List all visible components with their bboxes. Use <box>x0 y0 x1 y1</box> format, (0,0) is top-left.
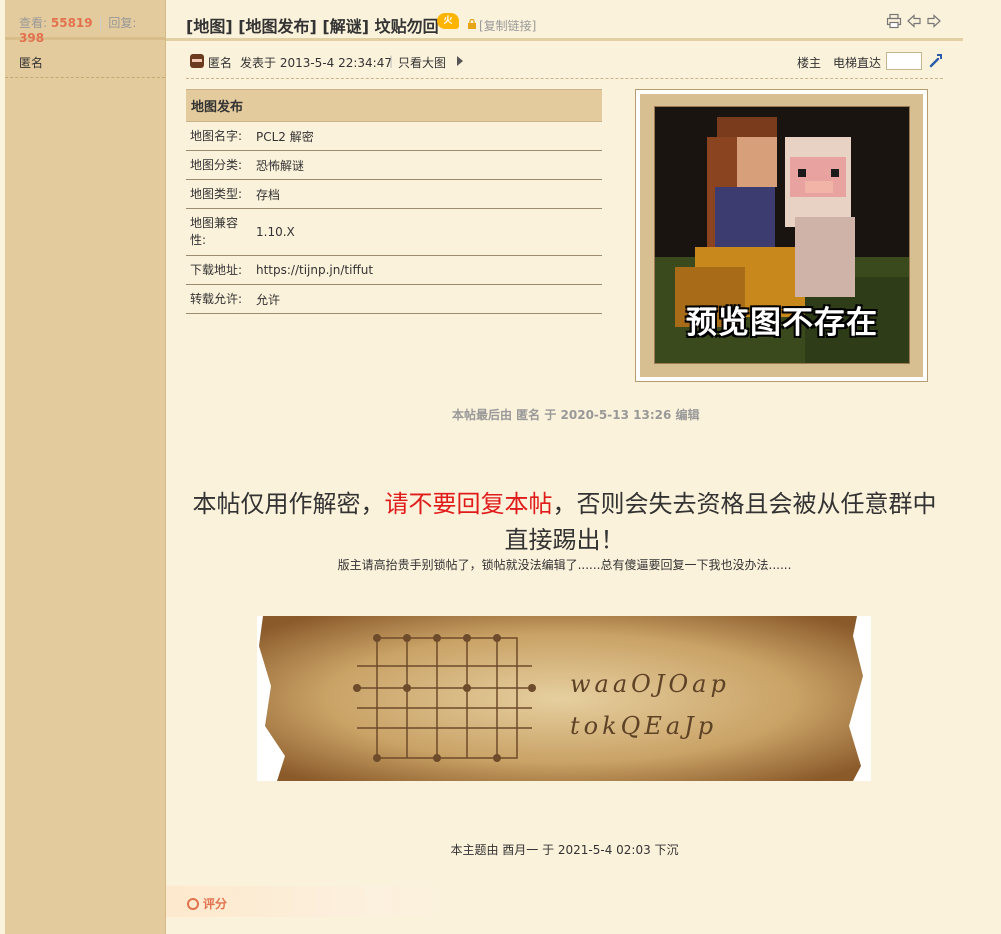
info-key: 地图名字: <box>186 121 252 151</box>
info-key: 地图兼容性: <box>186 208 252 256</box>
notice-part1: 本帖仅用作解密， <box>192 490 385 518</box>
table-row: 地图兼容性: 1.10.X <box>186 208 602 256</box>
elevator-go-icon[interactable] <box>928 52 944 68</box>
notice-part2: ，否则会失去资格且会被从任意群中直接踢出！ <box>504 490 937 554</box>
elevator-input[interactable] <box>886 52 922 70</box>
header-divider: | <box>389 54 394 68</box>
table-row: 转载允许: 允许 <box>186 284 602 314</box>
post-author[interactable]: 匿名 <box>208 54 232 71</box>
info-key: 地图类型: <box>186 179 252 209</box>
views-count: 55819 <box>50 16 93 30</box>
notice-highlight: 请不要回复本帖 <box>384 490 553 518</box>
thread-sink-note: 本主题由 酉月一 于 2021-5-4 02:03 下沉 <box>450 843 679 857</box>
author-avatar[interactable] <box>190 54 204 68</box>
print-icon[interactable] <box>886 13 902 29</box>
warning-notice: 本帖仅用作解密，请不要回复本帖，否则会失去资格且会被从任意群中直接踢出！ <box>186 486 943 558</box>
info-value: PCL2 解密 <box>252 121 602 151</box>
thread-title-bar: [地图] [地图发布] [解谜] 坟贴勿回 火 [复制链接] <box>166 0 963 41</box>
thread-tools <box>886 13 942 29</box>
post-header: 匿名 发表于 2013-5-4 22:34:47 | 只看大图 楼主 电梯直达 <box>186 45 943 79</box>
table-row: 地图类型: 存档 <box>186 179 602 209</box>
moderator-note: 版主请高抬贵手别锁帖了，锁帖就没法编辑了......总有傻逼要回复一下我也没办法… <box>337 558 792 572</box>
post-content-column: [地图] [地图发布] [解谜] 坟贴勿回 火 [复制链接] 匿名 发表于 20… <box>166 0 1001 934</box>
preview-image-mat: 预览图不存在 <box>640 94 923 377</box>
table-row: 地图分类: 恐怖解谜 <box>186 150 602 180</box>
author-sidebar: 查看: 55819 | 回复: 398 匿名 <box>5 0 166 934</box>
preview-image-frame[interactable]: 预览图不存在 <box>635 89 928 382</box>
sidebar-author: 匿名 <box>5 40 165 78</box>
expand-arrow-icon[interactable] <box>457 56 463 66</box>
info-key: 转载允许: <box>186 284 252 314</box>
floor-label: 楼主 <box>797 56 822 70</box>
replies-count: 398 <box>19 31 45 45</box>
replies-label: 回复: <box>108 16 137 30</box>
rate-bar: 评分 <box>166 886 461 917</box>
prev-thread-icon[interactable] <box>906 13 922 29</box>
info-key: 地图分类: <box>186 150 252 180</box>
map-info-table: 地图发布 地图名字: PCL2 解密 地图分类: 恐怖解谜 地图类型: 存档 地… <box>186 89 602 314</box>
info-value: 允许 <box>252 284 602 314</box>
table-row: 地图名字: PCL2 解密 <box>186 121 602 151</box>
last-edit-note: 本帖最后由 匿名 于 2020-5-13 13:26 编辑 <box>452 408 700 422</box>
only-big-image-link[interactable]: 只看大图 <box>398 54 446 71</box>
views-label: 查看: <box>19 16 48 30</box>
cipher-scroll-image[interactable]: waaOJOap tokQEaJp <box>257 616 871 781</box>
copy-link[interactable]: [复制链接] <box>479 17 536 34</box>
info-value: 1.10.X <box>252 208 602 256</box>
stats-divider: | <box>98 16 103 30</box>
info-key: 下载地址: <box>186 255 252 285</box>
info-value: 存档 <box>252 179 602 209</box>
preview-image: 预览图不存在 <box>654 106 910 364</box>
thread-title: [地图] [地图发布] [解谜] 坟贴勿回 <box>186 17 439 36</box>
post-timestamp: 发表于 2013-5-4 22:34:47 <box>240 56 392 70</box>
rate-circle-icon <box>187 898 199 910</box>
scroll-cipher-line-2: tokQEaJp <box>570 712 717 740</box>
info-table-heading: 地图发布 <box>186 89 602 122</box>
hot-badge-icon: 火 <box>437 13 459 29</box>
next-thread-icon[interactable] <box>926 13 942 29</box>
thread-stats: 查看: 55819 | 回复: 398 <box>5 0 165 45</box>
info-value[interactable]: https://tijnp.jn/tiffut <box>252 255 602 285</box>
lock-icon <box>468 19 476 29</box>
preview-caption: 预览图不存在 <box>686 305 878 341</box>
scroll-cipher-line-1: waaOJOap <box>570 670 730 698</box>
info-value: 恐怖解谜 <box>252 150 602 180</box>
rate-button[interactable]: 评分 <box>203 895 227 912</box>
elevator-label: 电梯直达 <box>833 56 882 70</box>
sidebar-author-name: 匿名 <box>19 56 44 70</box>
table-row: 下载地址: https://tijnp.jn/tiffut <box>186 255 602 285</box>
